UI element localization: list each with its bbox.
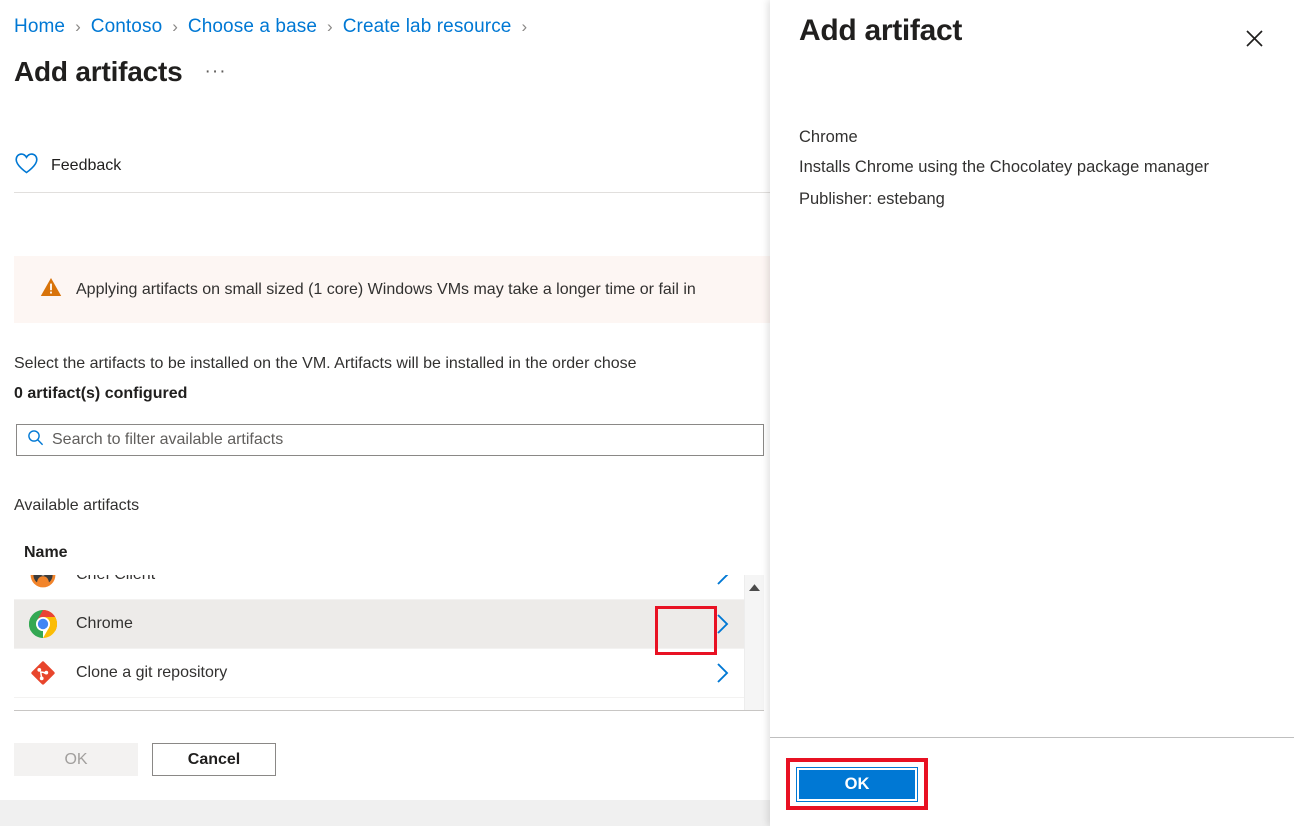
page-title-row: Add artifacts ··· <box>14 56 227 88</box>
bottom-strip <box>0 800 770 826</box>
breadcrumb-separator-icon: › <box>75 17 81 36</box>
panel-title: Add artifact <box>799 14 963 47</box>
artifact-name: Clone a git repository <box>76 664 228 681</box>
close-icon[interactable] <box>1238 22 1270 54</box>
chevron-right-icon[interactable] <box>694 612 750 636</box>
blade-cancel-button[interactable]: Cancel <box>152 743 276 776</box>
table-row[interactable]: Clone a git repository <box>14 649 750 698</box>
table-row[interactable]: Chef Client <box>14 575 750 600</box>
search-input[interactable] <box>52 431 763 449</box>
search-box[interactable] <box>16 424 764 456</box>
panel-artifact-publisher: Publisher: estebang <box>799 190 945 208</box>
panel-body: Chrome Installs Chrome using the Chocola… <box>799 128 1280 209</box>
panel-artifact-name: Chrome <box>799 128 858 146</box>
search-icon <box>27 429 44 451</box>
artifact-name: Chrome <box>76 615 133 632</box>
table-row[interactable]: Chrome <box>14 600 750 649</box>
page-title: Add artifacts <box>14 56 183 87</box>
available-artifacts-list: Chef Client <box>14 575 764 711</box>
breadcrumb-item-choose-a-base[interactable]: Choose a base <box>188 16 317 38</box>
list-scrollbar[interactable] <box>744 575 764 710</box>
heart-icon <box>14 152 39 180</box>
artifacts-configured-count: 0 artifact(s) configured <box>14 385 188 402</box>
scroll-up-arrow-icon[interactable] <box>745 579 764 595</box>
available-artifacts-label: Available artifacts <box>14 497 140 514</box>
blade-footer: OK Cancel <box>14 743 276 776</box>
feedback-label: Feedback <box>51 157 122 174</box>
artifact-name: Chef Client <box>76 575 694 584</box>
breadcrumb: Home › Contoso › Choose a base › Create … <box>14 16 537 38</box>
breadcrumb-item-home[interactable]: Home <box>14 16 65 38</box>
panel-ok-annotation-highlight: OK <box>786 758 928 810</box>
partial-icon <box>28 707 58 710</box>
panel-ok-button[interactable]: OK <box>796 766 918 802</box>
artifacts-description: Select the artifacts to be installed on … <box>14 355 637 372</box>
breadcrumb-item-contoso[interactable]: Contoso <box>91 16 162 38</box>
panel-artifact-description: Installs Chrome using the Chocolatey pac… <box>799 158 1209 176</box>
warning-triangle-icon <box>40 277 62 302</box>
more-options-ellipsis-icon[interactable]: ··· <box>205 61 227 83</box>
breadcrumb-separator-icon: › <box>172 17 178 36</box>
table-row[interactable] <box>14 698 750 710</box>
breadcrumb-separator-icon: › <box>327 17 333 36</box>
panel-footer-divider <box>770 737 1294 738</box>
chevron-right-icon[interactable] <box>694 661 750 685</box>
breadcrumb-separator-icon: › <box>521 17 528 36</box>
chevron-right-icon[interactable] <box>694 575 750 587</box>
column-header-name: Name <box>24 544 68 561</box>
chef-icon <box>28 575 58 590</box>
add-artifact-panel: Add artifact Chrome Installs Chrome usin… <box>770 0 1294 826</box>
chrome-icon <box>28 609 58 639</box>
git-icon <box>28 658 58 688</box>
blade-ok-button[interactable]: OK <box>14 743 138 776</box>
breadcrumb-item-create-lab-resource[interactable]: Create lab resource <box>343 16 512 38</box>
feedback-button[interactable]: Feedback <box>14 148 121 184</box>
warning-text: Applying artifacts on small sized (1 cor… <box>76 280 696 298</box>
